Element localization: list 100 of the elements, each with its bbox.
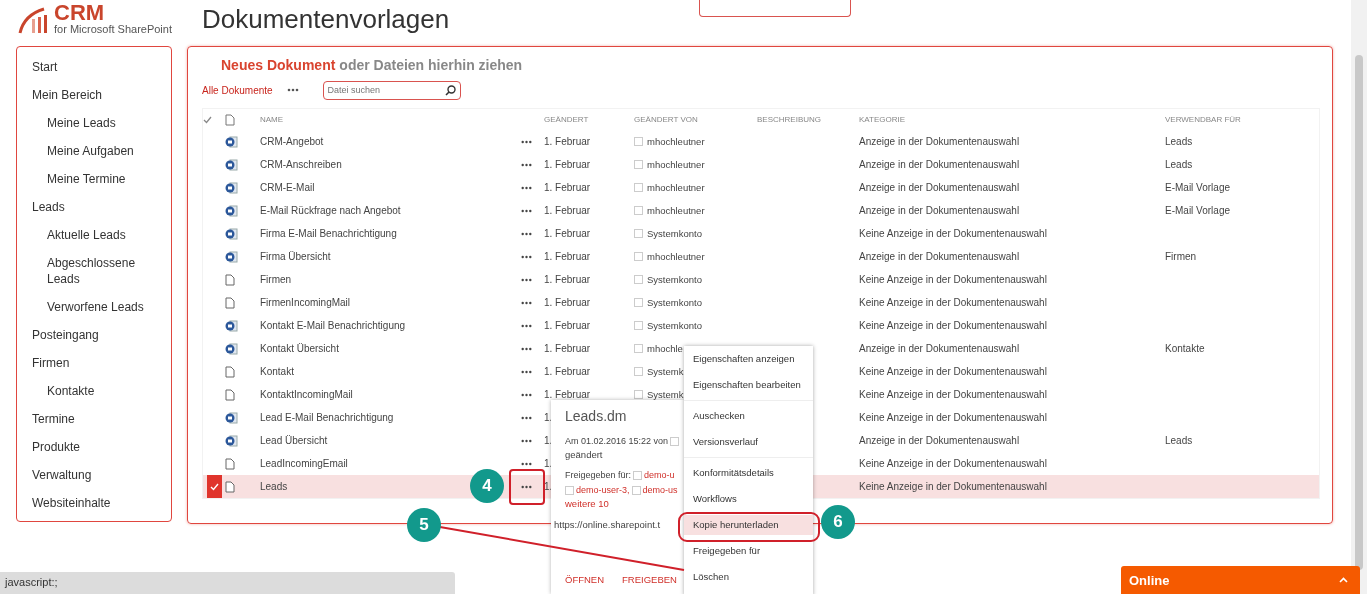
table-cell: Keine Anzeige in der Dokumentenauswahl: [859, 297, 1047, 308]
more-users-link[interactable]: weitere 10: [565, 498, 684, 509]
nav-item[interactable]: Firmen: [17, 350, 70, 376]
user-link[interactable]: demo-us: [642, 483, 678, 498]
nav-item[interactable]: Produkte: [17, 434, 81, 460]
file-name-link[interactable]: Kontakt: [260, 366, 294, 377]
table-cell: mhochleutner: [647, 251, 705, 262]
nav-item[interactable]: Websiteinhalte: [17, 490, 111, 516]
file-name-link[interactable]: KontaktIncomingMail: [260, 389, 353, 400]
table-cell: 1. Februar: [544, 297, 591, 308]
callout-action[interactable]: ÖFFNEN: [565, 574, 605, 585]
table-cell: Anzeige in der Dokumentenauswahl: [859, 343, 1020, 354]
table-cell: mhochleutner: [647, 205, 705, 216]
callout-action[interactable]: FREIGEBEN: [622, 574, 677, 585]
nav-item[interactable]: Termine: [17, 406, 75, 432]
menu-item[interactable]: Eigenschaften anzeigen: [684, 349, 813, 369]
menu-item[interactable]: Auschecken: [684, 406, 813, 426]
file-name-link[interactable]: Lead Übersicht: [260, 435, 328, 446]
table-cell: 1.: [544, 458, 553, 469]
nav-subitem[interactable]: Aktuelle Leads: [17, 222, 126, 248]
table-cell: Keine Anzeige in der Dokumentenauswahl: [859, 320, 1047, 331]
file-name-link[interactable]: Lead E-Mail Benachrichtigung: [260, 412, 394, 423]
file-name-link[interactable]: Leads: [260, 481, 288, 492]
menu-item[interactable]: Löschen: [684, 567, 813, 587]
table-cell: E-Mail Vorlage: [1165, 182, 1231, 193]
nav-subitem[interactable]: Meine Termine: [17, 166, 126, 192]
table-cell: 1. Februar: [544, 159, 591, 170]
nav-item[interactable]: Verwaltung: [17, 462, 92, 488]
table-cell: Keine Anzeige in der Dokumentenauswahl: [859, 228, 1047, 239]
file-name-link[interactable]: Firma Übersicht: [260, 251, 331, 262]
nav-subitem[interactable]: Abgeschlossene Leads: [17, 250, 157, 292]
table-cell: Keine Anzeige in der Dokumentenauswahl: [859, 481, 1047, 492]
menu-item[interactable]: Versionsverlauf: [684, 432, 813, 452]
file-name-link[interactable]: Firmen: [260, 274, 292, 285]
table-cell: 1. Februar: [544, 205, 591, 216]
menu-item[interactable]: Kopie herunterladen: [684, 515, 813, 535]
file-name-link[interactable]: CRM-Anschreiben: [260, 159, 342, 170]
menu-item[interactable]: Eigenschaften bearbeiten: [684, 375, 813, 395]
table-cell: Leads: [1165, 136, 1193, 147]
table-cell: 1. Februar: [544, 274, 591, 285]
table-cell: 1.: [544, 435, 553, 446]
step-badge: 5: [407, 508, 441, 542]
file-name-link[interactable]: LeadIncomingEmail: [260, 458, 348, 469]
table-cell: Systemkonto: [647, 297, 702, 308]
nav-item[interactable]: Mein Bereich: [17, 82, 103, 108]
file-name-link[interactable]: E-Mail Rückfrage nach Angebot: [260, 205, 401, 216]
nav-item[interactable]: Posteingang: [17, 322, 99, 348]
url-text: https://online.sharepoint.t: [554, 519, 662, 530]
step-badge: 4: [470, 469, 504, 503]
table-cell: Keine Anzeige in der Dokumentenauswahl: [859, 412, 1047, 423]
file-name-link[interactable]: FirmenIncomingMail: [260, 297, 351, 308]
table-cell: Anzeige in der Dokumentenauswahl: [859, 205, 1020, 216]
table-cell: Keine Anzeige in der Dokumentenauswahl: [859, 366, 1047, 377]
table-cell: Kontakte: [1165, 343, 1205, 354]
status-bar: javascript:;: [0, 572, 455, 594]
column-header[interactable]: KATEGORIE: [859, 109, 1165, 130]
file-name-link[interactable]: CRM-Angebot: [260, 136, 324, 147]
table-cell: 1.: [544, 412, 553, 423]
step-badge: 6: [821, 505, 855, 539]
table-cell: mhochleutner: [647, 159, 705, 170]
table-cell: 1. Februar: [544, 182, 591, 193]
user-link[interactable]: demo-u: [644, 468, 675, 483]
nav-item[interactable]: Start: [17, 54, 58, 80]
table-cell: 1. Februar: [544, 251, 591, 262]
user-link[interactable]: demo-user-3,: [576, 483, 630, 498]
column-header[interactable]: GEÄNDERT VON: [634, 109, 757, 130]
table-cell: 1. Februar: [544, 366, 591, 377]
table-cell: Keine Anzeige in der Dokumentenauswahl: [859, 274, 1047, 285]
file-name-link[interactable]: Firma E-Mail Benachrichtigung: [260, 228, 397, 239]
column-header[interactable]: GEÄNDERT: [544, 109, 634, 130]
nav-subitem[interactable]: Meine Leads: [17, 110, 116, 136]
view-link[interactable]: Alle Dokumente: [202, 84, 273, 96]
change-info: geändert: [565, 449, 604, 460]
menu-item[interactable]: Workflows: [684, 489, 813, 509]
table-cell: 1. Februar: [544, 389, 591, 400]
table-cell: mhochleutner: [647, 136, 705, 147]
table-cell: Keine Anzeige in der Dokumentenauswahl: [859, 389, 1047, 400]
new-document-link[interactable]: Neues Dokument: [221, 57, 336, 73]
change-info: Am 01.02.2016 15:22 von: [565, 435, 669, 448]
nav-subitem[interactable]: Meine Aufgaben: [17, 138, 134, 164]
menu-item[interactable]: Freigegeben für: [684, 541, 813, 561]
callout-title: Leads.dm: [565, 408, 628, 424]
table-cell: Systemkonto: [647, 228, 702, 239]
search-field[interactable]: Datei suchen: [322, 80, 461, 100]
menu-item[interactable]: Konformitätsdetails: [684, 463, 813, 483]
table-cell: Systemkonto: [647, 274, 702, 285]
nav-item[interactable]: Leads: [17, 194, 65, 220]
table-cell: Anzeige in der Dokumentenauswahl: [859, 159, 1020, 170]
table-cell: mhochleutner: [647, 182, 705, 193]
logo-title: CRM: [54, 2, 106, 24]
table-cell: Keine Anzeige in der Dokumentenauswahl: [859, 458, 1047, 469]
file-name-link[interactable]: CRM-E-Mail: [260, 182, 315, 193]
column-header[interactable]: NAME: [260, 109, 521, 130]
nav-subitem[interactable]: Verworfene Leads: [17, 294, 144, 320]
column-header[interactable]: VERWENDBAR FÜR: [1165, 109, 1315, 130]
table-cell: Firmen: [1165, 251, 1197, 262]
nav-subitem[interactable]: Kontakte: [17, 378, 95, 404]
file-name-link[interactable]: Kontakt E-Mail Benachrichtigung: [260, 320, 406, 331]
file-name-link[interactable]: Kontakt Übersicht: [260, 343, 339, 354]
column-header[interactable]: BESCHREIBUNG: [757, 109, 859, 130]
